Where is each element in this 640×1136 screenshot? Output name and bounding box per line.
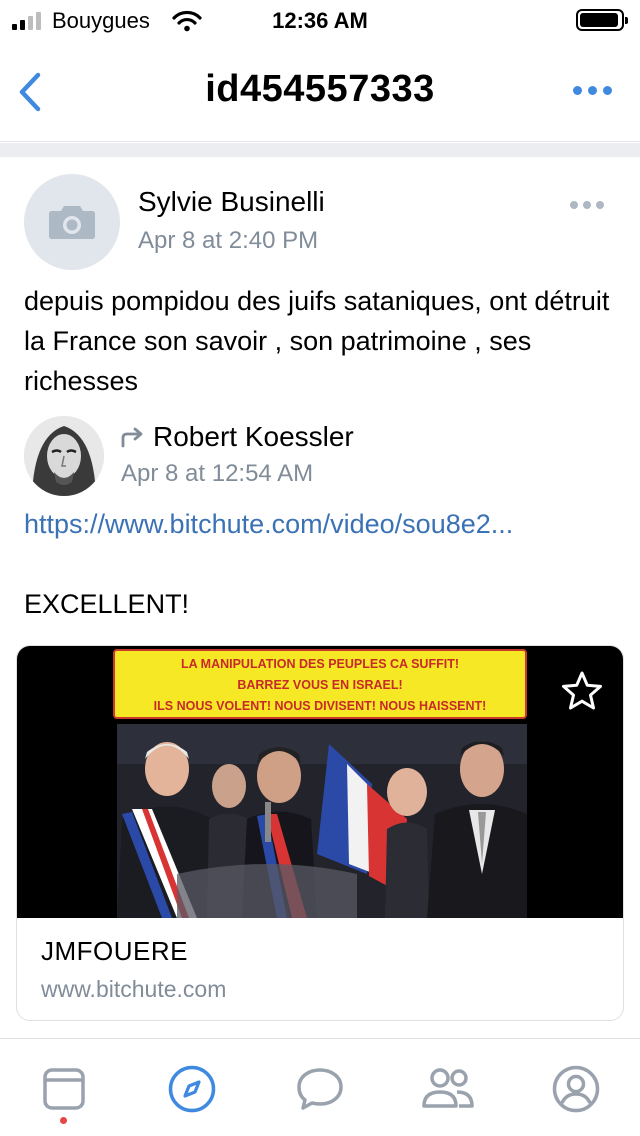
banner-line: BARREZ VOUS EN ISRAEL!	[237, 678, 403, 692]
status-time: 12:36 AM	[272, 8, 368, 33]
more-options-icon[interactable]	[573, 86, 612, 95]
discover-icon	[168, 1065, 216, 1113]
tab-bar	[0, 1038, 640, 1136]
tab-discover[interactable]	[164, 1061, 220, 1117]
tab-friends[interactable]	[420, 1061, 476, 1117]
banner-line: ILS NOUS VOLENT! NOUS DIVISENT! NOUS HAI…	[153, 699, 487, 713]
star-favorite-icon[interactable]	[561, 670, 603, 712]
news-icon	[43, 1068, 85, 1110]
thumbnail-banner: LA MANIPULATION DES PEUPLES CA SUFFIT! B…	[113, 649, 527, 719]
friends-icon	[422, 1068, 474, 1108]
tab-messages[interactable]	[292, 1061, 348, 1117]
avatar[interactable]	[24, 174, 120, 270]
tab-profile[interactable]	[548, 1061, 604, 1117]
thumbnail-photo	[117, 724, 527, 918]
messages-icon	[297, 1068, 343, 1110]
post-author-name[interactable]: Sylvie Businelli	[138, 186, 325, 218]
repost-avatar[interactable]	[24, 416, 104, 496]
tab-news[interactable]	[36, 1061, 92, 1117]
notification-dot	[60, 1117, 67, 1124]
repost-text: EXCELLENT!	[24, 589, 190, 619]
page-title: id454557333	[205, 68, 435, 110]
repost-date: Apr 8 at 12:54 AM	[121, 460, 314, 487]
post-text: depuis pompidou des juifs sataniques, on…	[24, 286, 610, 396]
video-link[interactable]: https://www.bitchute.com/video/sou8e2...	[24, 509, 614, 540]
section-separator	[0, 143, 640, 157]
status-bar: Bouygues 12:36 AM	[0, 0, 640, 42]
attachment-thumbnail[interactable]: LA MANIPULATION DES PEUPLES CA SUFFIT! B…	[17, 646, 623, 918]
post-date: Apr 8 at 2:40 PM	[138, 227, 319, 254]
attachment-title: JMFOUERE	[41, 936, 188, 966]
link-attachment-card[interactable]: LA MANIPULATION DES PEUPLES CA SUFFIT! B…	[16, 645, 624, 1021]
battery-icon	[576, 9, 628, 31]
repost-author-name[interactable]: Robert Koessler	[153, 421, 354, 453]
banner-line: LA MANIPULATION DES PEUPLES CA SUFFIT!	[180, 657, 459, 671]
post-more-icon[interactable]	[570, 201, 604, 209]
camera-icon	[49, 206, 95, 239]
profile-icon	[552, 1065, 600, 1113]
attachment-domain: www.bitchute.com	[41, 976, 227, 1002]
portrait-image	[24, 416, 104, 496]
repost-arrow-icon	[121, 427, 143, 448]
nav-bar: id454557333	[0, 42, 640, 142]
